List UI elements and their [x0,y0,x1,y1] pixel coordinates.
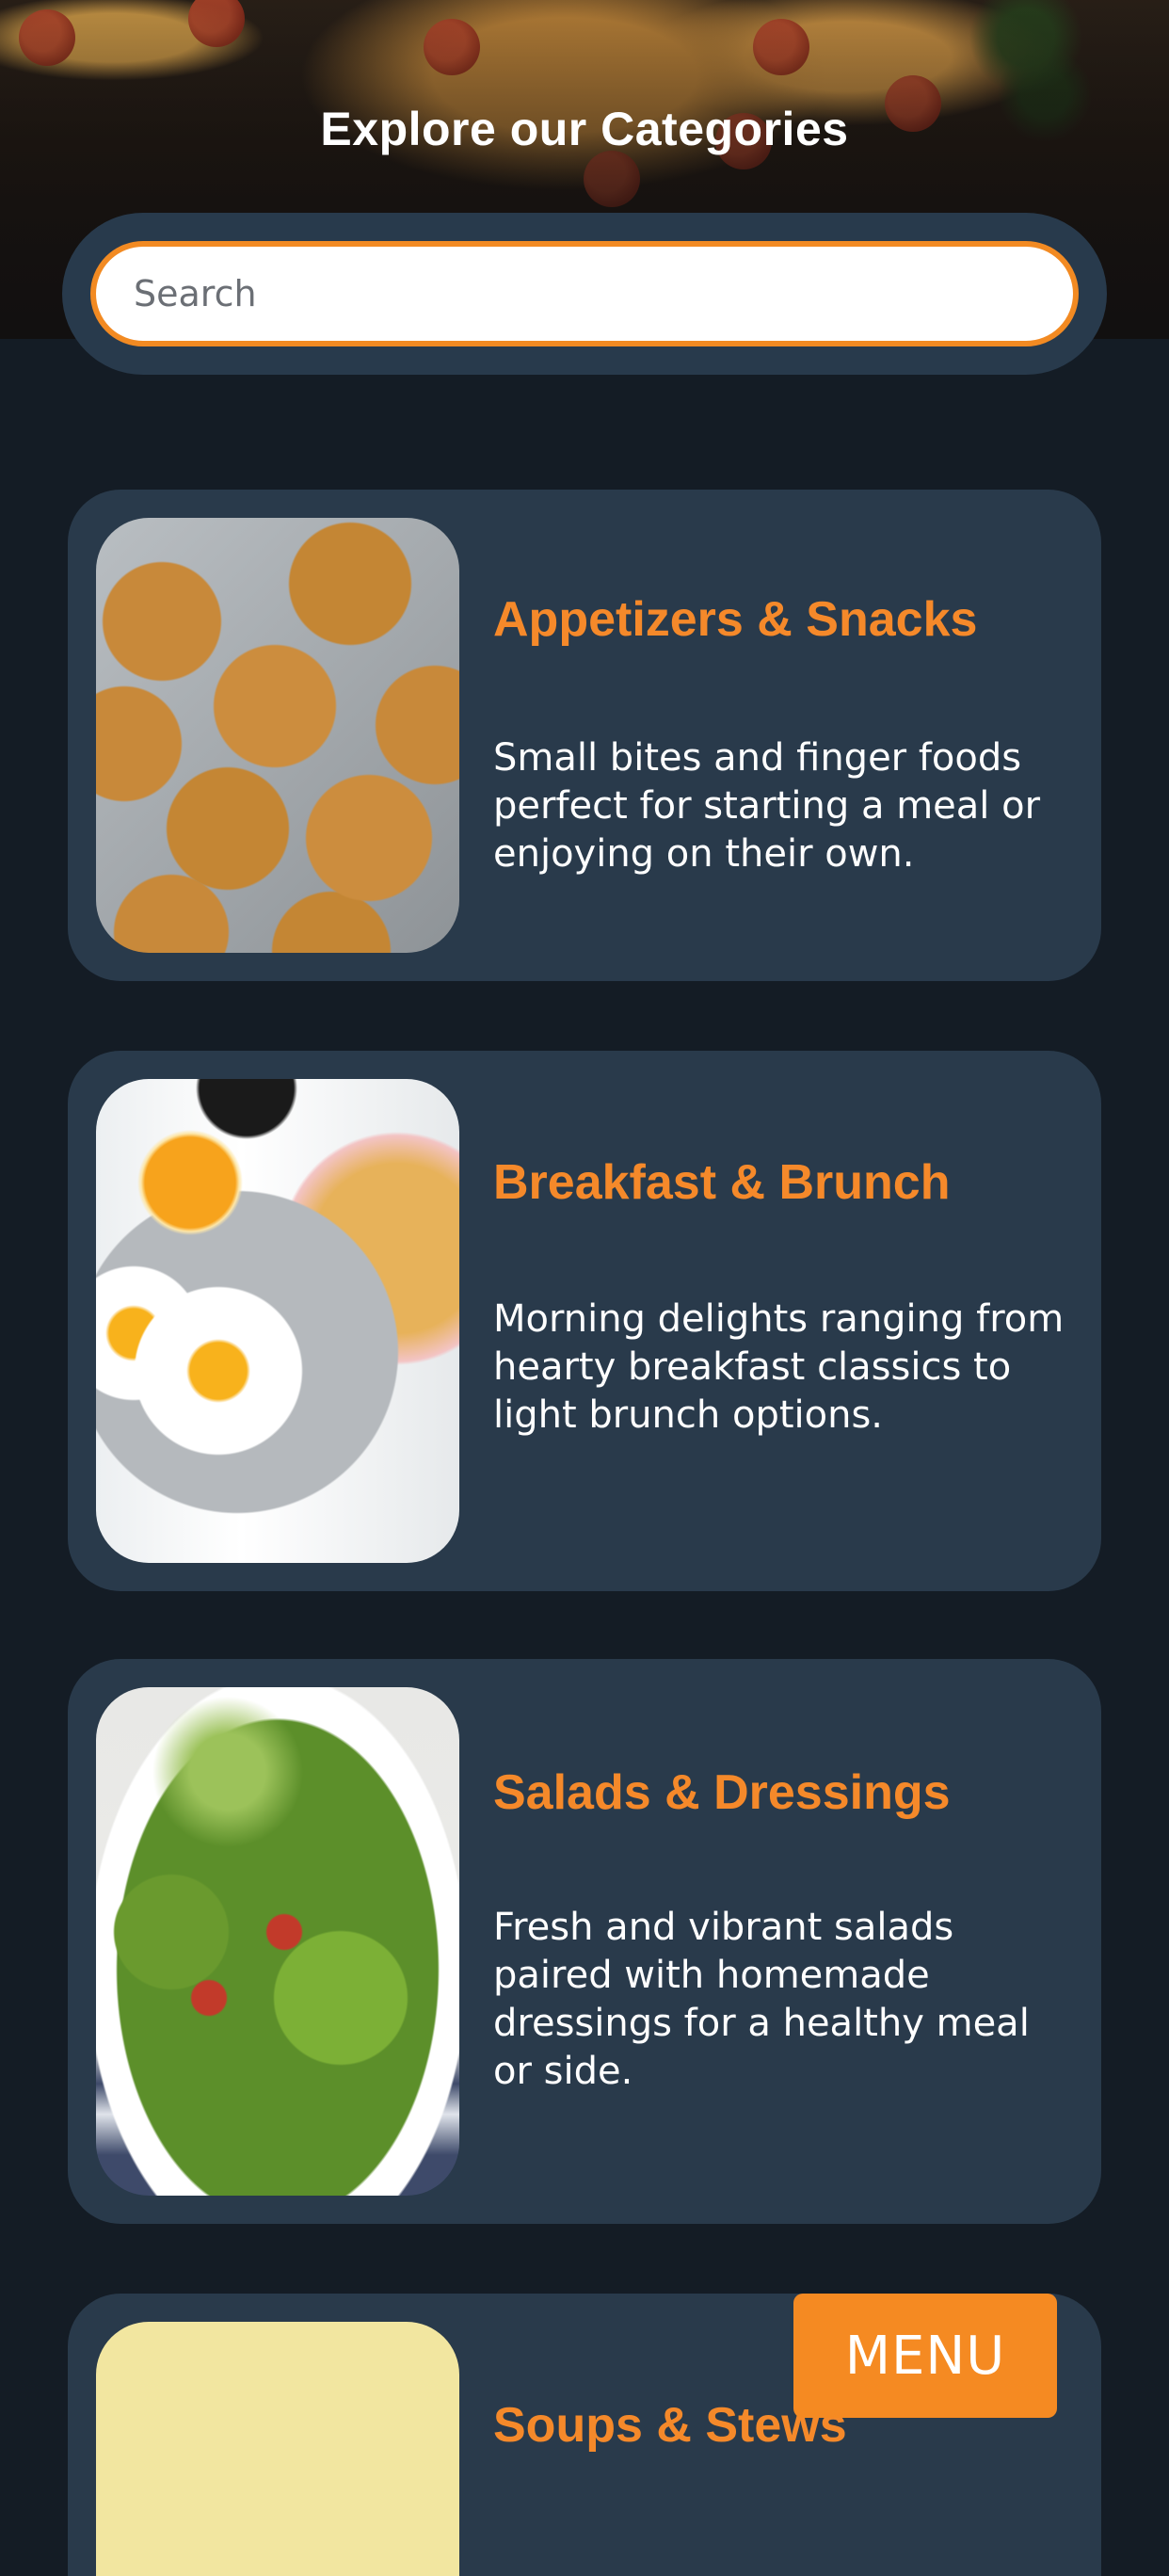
category-description: Morning delights ranging from hearty bre… [493,1297,1065,1437]
search-input[interactable] [90,241,1079,346]
search-container [62,213,1107,375]
page-title: Explore our Categories [320,103,849,155]
category-image-soups [96,2322,459,2576]
category-title: Breakfast & Brunch [493,1155,951,1210]
menu-button[interactable]: MENU [793,2294,1057,2418]
category-title: Salads & Dressings [493,1765,951,1820]
category-description: Fresh and vibrant salads paired with hom… [493,1906,1030,2093]
category-description: Small bites and finger foods perfect for… [493,736,1041,876]
category-card-appetizers[interactable]: Appetizers & Snacks Small bites and fing… [68,490,1101,981]
category-image-appetizers [96,518,459,953]
category-title: Appetizers & Snacks [493,592,978,647]
category-image-salads [96,1687,459,2196]
category-card-salads[interactable]: Salads & Dressings Fresh and vibrant sal… [68,1659,1101,2224]
category-card-breakfast[interactable]: Breakfast & Brunch Morning delights rang… [68,1051,1101,1591]
category-image-breakfast [96,1079,459,1563]
